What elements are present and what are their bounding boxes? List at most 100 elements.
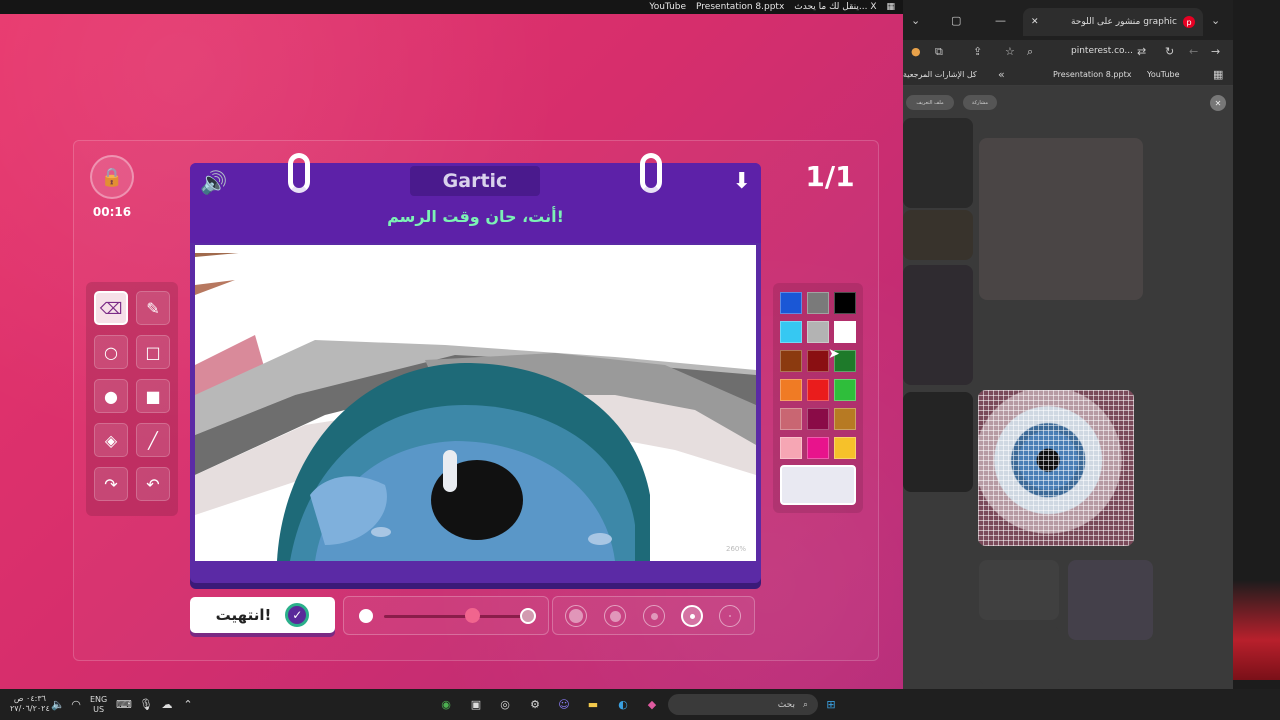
square-outline-tool-icon[interactable]: □ bbox=[136, 335, 170, 369]
pin-thumb[interactable] bbox=[903, 265, 973, 385]
edge-icon[interactable]: ◐ bbox=[615, 696, 631, 712]
redo-icon[interactable]: ↷ bbox=[94, 467, 128, 501]
site-settings-icon[interactable]: ⇄ bbox=[1137, 45, 1146, 58]
wifi-icon[interactable]: ◠ bbox=[68, 696, 84, 712]
bookmark-x[interactable]: ينقل لك ما يحدث... X bbox=[794, 2, 876, 12]
circle-fill-tool-icon[interactable]: ● bbox=[94, 379, 128, 413]
undo-icon[interactable]: ↶ bbox=[136, 467, 170, 501]
share-chip[interactable]: مشاركة bbox=[963, 95, 997, 110]
slider-knob[interactable] bbox=[465, 608, 481, 623]
pin-thumb[interactable] bbox=[979, 625, 1059, 685]
bookmark-presentation-2[interactable]: Presentation 8.pptx bbox=[1053, 70, 1131, 79]
pin-thumb[interactable] bbox=[979, 560, 1059, 620]
pin-thumb[interactable] bbox=[903, 500, 973, 590]
brush-size-xs[interactable] bbox=[719, 605, 741, 627]
clock[interactable]: ٠٤:٣٦ ص ٢٧/٠٦/٢٠٢٤ bbox=[10, 694, 50, 714]
tab-search-icon[interactable]: ⌄ bbox=[1211, 14, 1220, 27]
line-tool-icon[interactable]: ╱ bbox=[136, 423, 170, 457]
brush-size-xl[interactable] bbox=[565, 605, 587, 627]
square-fill-tool-icon[interactable]: ■ bbox=[136, 379, 170, 413]
onedrive-icon[interactable]: ☁ bbox=[159, 696, 175, 712]
color-swatch[interactable] bbox=[807, 437, 829, 459]
store-icon[interactable]: ▣ bbox=[468, 696, 484, 712]
color-swatch[interactable] bbox=[834, 379, 856, 401]
share-icon[interactable]: ⇪ bbox=[973, 45, 982, 58]
bookmark-presentation[interactable]: Presentation 8.pptx bbox=[696, 2, 784, 12]
done-button[interactable]: انتهيت! ✓ bbox=[190, 597, 335, 633]
color-swatch[interactable] bbox=[834, 437, 856, 459]
chrome-icon[interactable]: ◉ bbox=[438, 696, 454, 712]
app-icon[interactable]: ◎ bbox=[497, 696, 513, 712]
brush-size-s[interactable] bbox=[681, 605, 703, 627]
windows-start-icon[interactable]: ⊞ bbox=[823, 696, 839, 712]
discord-icon[interactable]: ☺ bbox=[556, 696, 572, 712]
pin-thumb[interactable] bbox=[1068, 560, 1153, 640]
pixel-eye-reference-image[interactable] bbox=[978, 390, 1134, 546]
color-swatch[interactable] bbox=[834, 321, 856, 343]
color-swatch[interactable] bbox=[807, 379, 829, 401]
keyboard-icon[interactable]: ⌨ bbox=[116, 696, 132, 712]
reload-icon[interactable]: ↻ bbox=[1165, 45, 1174, 58]
taskbar-search[interactable]: بحث ⌕ bbox=[668, 694, 818, 715]
brush-size-l[interactable] bbox=[604, 605, 626, 627]
volume-icon[interactable]: 🔈 bbox=[50, 696, 66, 712]
color-swatch[interactable] bbox=[780, 437, 802, 459]
fill-bucket-tool-icon[interactable]: ◈ bbox=[94, 423, 128, 457]
close-overlay-icon[interactable]: ✕ bbox=[1210, 95, 1226, 111]
color-swatch[interactable] bbox=[834, 292, 856, 314]
circle-outline-tool-icon[interactable]: ○ bbox=[94, 335, 128, 369]
wallpaper-strip bbox=[1233, 580, 1280, 680]
folder-icon[interactable]: ▬ bbox=[585, 696, 601, 712]
pin-thumb[interactable] bbox=[903, 392, 973, 492]
drawing-canvas[interactable]: 260% bbox=[195, 245, 756, 561]
pad-header: 🔊 Gartic ⬇ أنت، حان وقت الرسم! bbox=[190, 153, 761, 243]
color-swatch[interactable] bbox=[780, 321, 802, 343]
copilot-icon[interactable]: ◆ bbox=[644, 696, 660, 712]
url-text[interactable]: pinterest.co... bbox=[1071, 46, 1133, 56]
color-swatch[interactable] bbox=[807, 321, 829, 343]
profile-chip[interactable]: ملف التعريف bbox=[906, 95, 954, 110]
window-close-icon[interactable]: ▢ bbox=[951, 14, 961, 27]
extensions-icon[interactable]: ⧉ bbox=[935, 45, 943, 59]
chevron-up-icon[interactable]: ⌃ bbox=[180, 696, 196, 712]
color-swatch[interactable] bbox=[780, 292, 802, 314]
language-switch[interactable]: ENG US bbox=[90, 695, 107, 715]
pencil-tool-icon[interactable]: ✎ bbox=[136, 291, 170, 325]
back-icon[interactable]: → bbox=[1211, 45, 1220, 58]
slider-track[interactable] bbox=[384, 615, 524, 618]
download-icon[interactable]: ⬇ bbox=[733, 169, 751, 194]
forward-icon[interactable]: ← bbox=[1189, 45, 1198, 58]
color-swatch[interactable] bbox=[780, 379, 802, 401]
window-minimize-icon[interactable]: — bbox=[995, 14, 1006, 27]
opacity-slider[interactable] bbox=[343, 596, 549, 635]
speaker-icon[interactable]: 🔊 bbox=[200, 171, 227, 196]
microphone-icon[interactable]: 🎙 bbox=[138, 696, 154, 712]
address-bar[interactable]: ● ⧉ ⇪ ☆ ⌕ pinterest.co... ⇄ ↻ ← → bbox=[903, 40, 1233, 64]
search-placeholder: بحث bbox=[777, 699, 795, 710]
brush-size-m[interactable] bbox=[643, 605, 665, 627]
custom-color-swatch[interactable] bbox=[780, 465, 856, 505]
profile-avatar-icon[interactable]: ● bbox=[911, 45, 921, 58]
color-swatch[interactable] bbox=[780, 408, 802, 430]
pin-thumb[interactable] bbox=[903, 210, 973, 260]
settings-icon[interactable]: ⚙ bbox=[527, 696, 543, 712]
chevron-double-icon[interactable]: « bbox=[998, 68, 1005, 81]
tab-pinterest[interactable]: ✕ منشور على اللوحة graphic p bbox=[1023, 8, 1203, 36]
bookmark-youtube[interactable]: YouTube bbox=[649, 2, 686, 12]
zoom-icon[interactable]: ⌕ bbox=[1027, 45, 1033, 59]
apps-icon[interactable]: ▦ bbox=[1213, 68, 1223, 81]
bookmark-youtube-2[interactable]: YouTube bbox=[1147, 70, 1180, 79]
tab-close-icon[interactable]: ✕ bbox=[1031, 17, 1039, 27]
color-swatch[interactable] bbox=[780, 350, 802, 372]
color-swatch[interactable] bbox=[807, 292, 829, 314]
grid-icon[interactable]: ▦ bbox=[886, 2, 895, 12]
star-icon[interactable]: ☆ bbox=[1005, 45, 1015, 58]
pin-thumb[interactable] bbox=[903, 118, 973, 208]
bookmark-all[interactable]: كل الإشارات المرجعية bbox=[903, 70, 977, 79]
color-swatch[interactable] bbox=[807, 408, 829, 430]
pin-thumb[interactable] bbox=[979, 138, 1143, 300]
color-swatch[interactable] bbox=[807, 350, 829, 372]
chevron-down-icon[interactable]: ⌄ bbox=[911, 14, 920, 27]
eraser-tool-icon[interactable]: ⌫ bbox=[94, 291, 128, 325]
color-swatch[interactable] bbox=[834, 408, 856, 430]
